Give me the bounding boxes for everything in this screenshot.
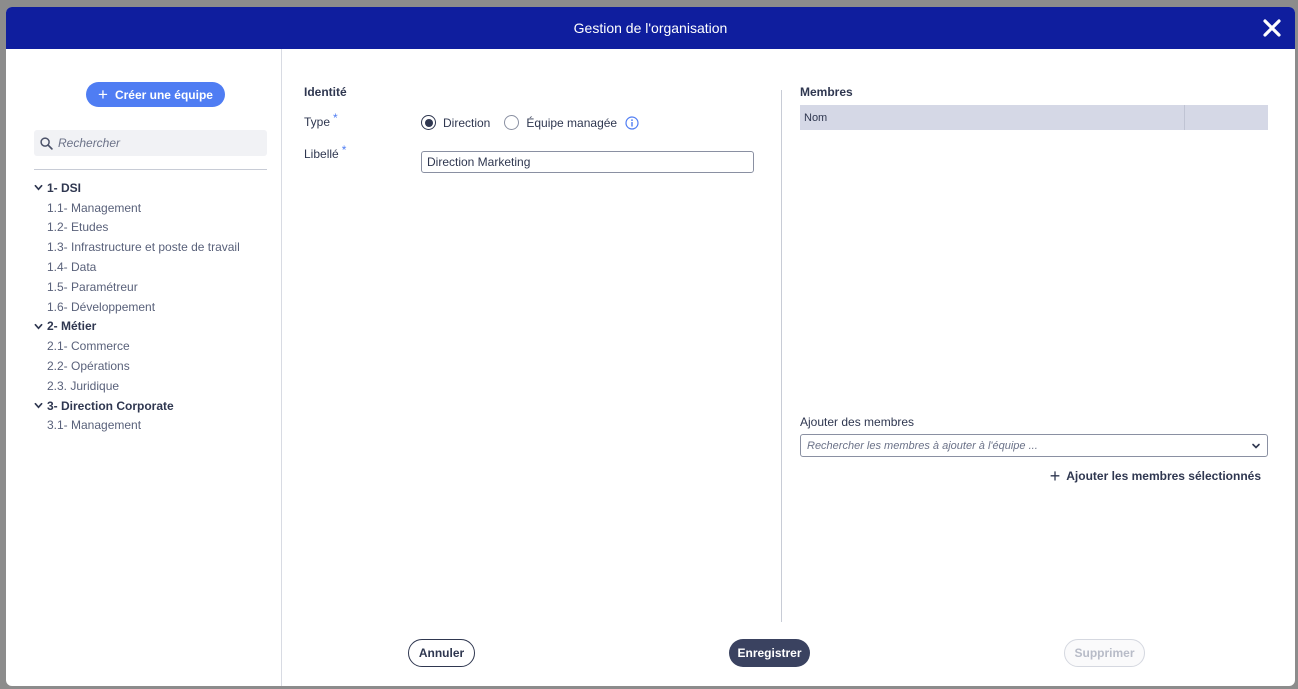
members-panel: Membres Nom Ajouter des membres Recherch… — [800, 49, 1268, 686]
tree-group-label: 2- Métier — [47, 319, 97, 334]
libelle-label-text: Libellé — [304, 147, 339, 161]
tree-group-label: 3- Direction Corporate — [47, 398, 174, 413]
tree-group[interactable]: 3- Direction Corporate — [34, 396, 240, 416]
members-table-header: Nom — [800, 105, 1268, 130]
create-team-button[interactable]: + Créer une équipe — [86, 82, 225, 107]
type-label-text: Type — [304, 115, 331, 129]
radio-checked-icon — [421, 115, 436, 130]
tree-item[interactable]: 2.3. Juridique — [34, 376, 240, 396]
create-team-label: Créer une équipe — [114, 87, 213, 102]
modal-header: Gestion de l'organisation — [6, 7, 1295, 49]
required-mark: * — [341, 143, 347, 157]
team-search-input[interactable] — [58, 136, 248, 150]
column-header-nom[interactable]: Nom — [800, 105, 1185, 130]
tree-group[interactable]: 2- Métier — [34, 317, 240, 337]
chevron-down-icon[interactable] — [34, 401, 44, 410]
type-radio-group: Direction Équipe managée — [421, 115, 639, 130]
tree-group-label: 1- DSI — [47, 180, 82, 195]
tree-item[interactable]: 2.1- Commerce — [34, 336, 240, 356]
radio-direction[interactable]: Direction — [421, 115, 490, 130]
info-icon[interactable] — [625, 115, 639, 130]
chevron-down-icon[interactable] — [34, 183, 44, 192]
add-selected-label: Ajouter les membres sélectionnés — [1066, 469, 1261, 483]
required-mark: * — [333, 111, 338, 125]
close-button[interactable] — [1261, 17, 1283, 39]
chevron-down-icon[interactable] — [34, 322, 44, 331]
search-icon — [40, 136, 53, 150]
chevron-down-icon — [1252, 443, 1260, 449]
tree-group[interactable]: 1- DSI — [34, 178, 240, 198]
plus-icon: + — [98, 85, 108, 104]
tree-item[interactable]: 1.1- Management — [34, 198, 240, 218]
tree-item[interactable]: 1.4- Data — [34, 257, 240, 277]
modal-title: Gestion de l'organisation — [573, 20, 728, 36]
tree-item[interactable]: 1.3- Infrastructure et poste de travail — [34, 237, 240, 257]
tree-item[interactable]: 3.1- Management — [34, 416, 240, 436]
add-selected-members-button[interactable]: + Ajouter les membres sélectionnés — [1050, 467, 1261, 485]
member-search-placeholder: Rechercher les membres à ajouter à l'équ… — [807, 439, 1038, 452]
add-members-title: Ajouter des membres — [800, 415, 915, 429]
team-search[interactable] — [34, 130, 267, 156]
identity-title: Identité — [304, 85, 347, 99]
member-search-select[interactable]: Rechercher les membres à ajouter à l'équ… — [800, 434, 1268, 457]
save-button[interactable]: Enregistrer — [729, 639, 810, 667]
tree-item[interactable]: 1.6- Développement — [34, 297, 240, 317]
radio-managed-team-label: Équipe managée — [526, 115, 618, 130]
organisation-modal: Gestion de l'organisation + Créer une éq… — [6, 7, 1295, 686]
plus-icon: + — [1049, 466, 1061, 486]
radio-direction-label: Direction — [443, 115, 491, 130]
delete-button[interactable]: Supprimer — [1064, 639, 1145, 667]
divider — [34, 169, 267, 170]
tree-item[interactable]: 1.2- Etudes — [34, 218, 240, 238]
teams-panel: + Créer une équipe 1- DSI 1.1- Management… — [6, 49, 282, 686]
radio-unchecked-icon — [504, 115, 520, 130]
identity-panel: Identité Type * Direction Équipe managée … — [283, 49, 781, 686]
team-tree: 1- DSI 1.1- Management 1.2- Etudes 1.3- Inf… — [34, 178, 240, 435]
libelle-input[interactable] — [421, 151, 754, 173]
close-icon — [1263, 19, 1281, 37]
radio-managed-team[interactable]: Équipe managée — [504, 115, 617, 130]
members-title: Membres — [800, 85, 853, 99]
type-label: Type * — [304, 111, 338, 129]
libelle-label: Libellé * — [304, 143, 346, 161]
divider — [781, 90, 782, 622]
cancel-button[interactable]: Annuler — [408, 639, 475, 667]
tree-item[interactable]: 1.5- Paramétreur — [34, 277, 240, 297]
column-header-actions — [1185, 105, 1268, 130]
tree-item[interactable]: 2.2- Opérations — [34, 356, 240, 376]
